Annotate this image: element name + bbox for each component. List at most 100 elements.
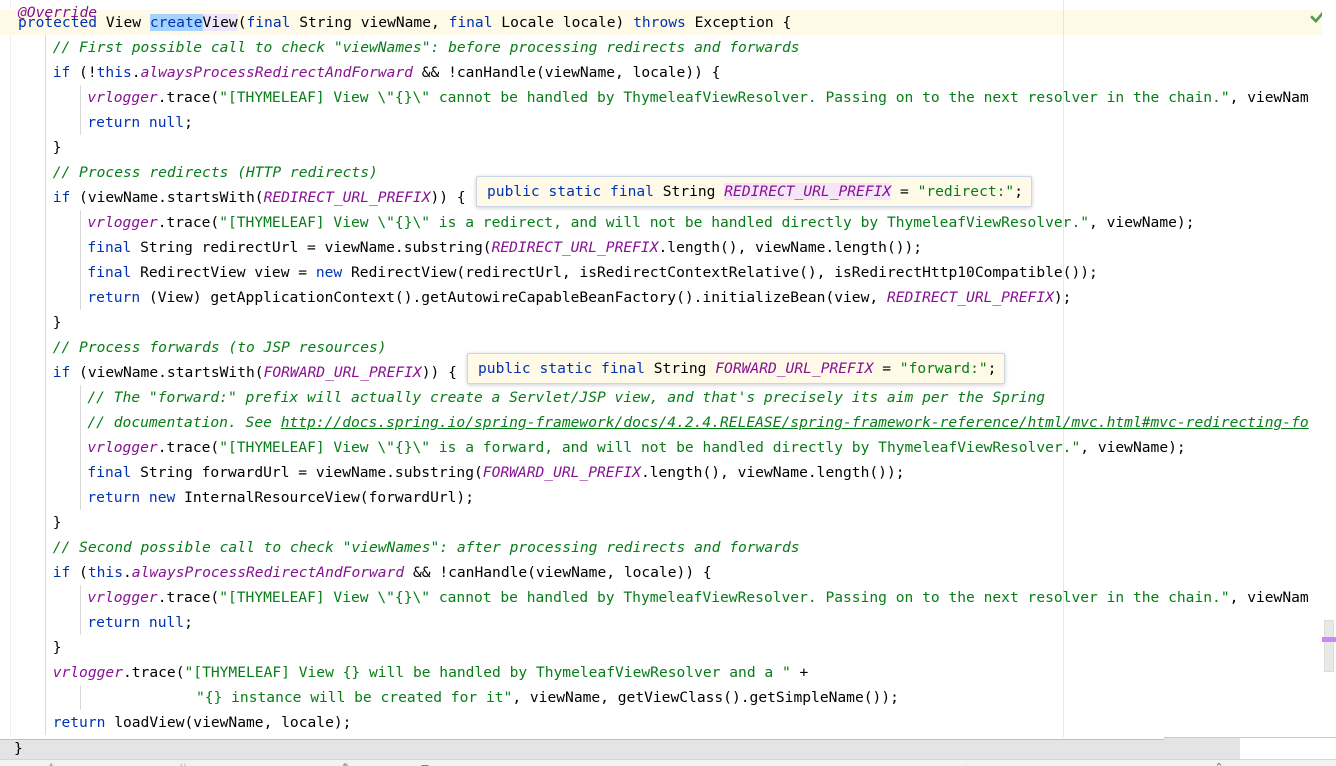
code-token: this <box>96 64 132 81</box>
horizontal-scrollbar-thumb[interactable] <box>0 737 1164 740</box>
code-token: return <box>87 289 149 306</box>
code-token: ; <box>184 614 193 631</box>
code-line[interactable]: return loadView(viewName, locale); <box>0 710 352 735</box>
code-token: } <box>52 639 62 656</box>
code-token: null <box>148 114 185 131</box>
code-token: ); <box>1053 289 1072 306</box>
popup-token: REDIRECT_URL_PREFIX <box>724 183 892 200</box>
code-token: .length(), viewName.length()); <box>640 464 905 481</box>
code-token: return <box>52 714 115 731</box>
code-token: // Process redirects (HTTP redirects) <box>52 164 378 181</box>
vertical-scrollbar[interactable] <box>1322 0 1336 737</box>
terminal-icon[interactable]: ▭ <box>558 762 572 766</box>
code-token: && !canHandle(viewName, locale)) { <box>412 64 721 81</box>
code-line[interactable]: return null; <box>0 610 193 635</box>
code-token: Locale locale) <box>501 14 634 31</box>
code-token: . <box>123 564 132 581</box>
code-token: loadView(viewName, locale); <box>114 714 352 731</box>
code-line[interactable]: if (viewName.startsWith(FORWARD_URL_PREF… <box>0 360 457 385</box>
code-token: "[THYMELEAF] View \"{}\" is a forward, a… <box>219 439 1081 456</box>
help-icon[interactable]: ⌃ <box>1212 762 1226 766</box>
code-line[interactable]: // documentation. See http://docs.spring… <box>0 410 1309 435</box>
popup-token: FORWARD_URL_PREFIX <box>715 360 874 377</box>
dot-icon[interactable]: · <box>820 762 834 766</box>
vertical-scrollbar-thumb[interactable] <box>1324 620 1334 672</box>
code-line[interactable]: return (View) getApplicationContext().ge… <box>0 285 1071 310</box>
ide-editor-window: @Override protected View createView(final… <box>0 0 1336 766</box>
popup-token: public <box>478 360 540 377</box>
popup-token: ; <box>1014 183 1024 200</box>
code-line[interactable]: if (this.alwaysProcessRedirectAndForward… <box>0 560 712 585</box>
code-token: REDIRECT_URL_PREFIX <box>886 289 1054 306</box>
code-line[interactable]: final RedirectView view = new RedirectVi… <box>0 260 1097 285</box>
warning-icon[interactable]: ⚠ <box>44 762 58 766</box>
code-token: String forwardUrl = viewName.substring( <box>140 464 483 481</box>
scrollbar-change-marker[interactable] <box>1322 637 1336 642</box>
redirect-url-prefix-declaration[interactable]: public static final String REDIRECT_URL_… <box>476 176 1033 207</box>
list-icon[interactable]: ≡ <box>418 762 432 766</box>
popup-token: String <box>662 183 725 200</box>
code-line[interactable]: protected View createView(final String v… <box>0 10 791 35</box>
code-editor-viewport[interactable]: @Override protected View createView(final… <box>0 0 1336 737</box>
code-line[interactable]: vrlogger.trace("[THYMELEAF] View \"{}\" … <box>0 85 1309 110</box>
code-token: REDIRECT_URL_PREFIX <box>263 189 431 206</box>
code-token: // First possible call to check "viewNam… <box>52 39 800 56</box>
code-token: "[THYMELEAF] View \"{}\" cannot be handl… <box>219 589 1230 606</box>
code-token: . <box>131 64 141 81</box>
code-line[interactable]: } <box>0 510 62 535</box>
code-line[interactable]: // The "forward:" prefix will actually c… <box>0 385 1045 410</box>
code-line[interactable]: // Process redirects (HTTP redirects) <box>0 160 378 185</box>
code-line[interactable]: return null; <box>0 110 192 135</box>
code-line[interactable]: return new InternalResourceView(forwardU… <box>0 485 474 510</box>
code-token: ( <box>79 564 88 581</box>
editor-tail-right-filler <box>1240 738 1336 759</box>
code-token: vrlogger <box>87 89 158 106</box>
code-line[interactable]: vrlogger.trace("[THYMELEAF] View \"{}\" … <box>0 585 1309 610</box>
code-token: Exception { <box>694 14 792 31</box>
code-token: , viewNam <box>1229 89 1309 106</box>
edit-icon[interactable]: ✎ <box>340 762 354 766</box>
code-token: } <box>52 139 62 156</box>
code-token: vrlogger <box>87 589 158 606</box>
code-token: FORWARD_URL_PREFIX <box>263 364 422 381</box>
code-line[interactable]: if (viewName.startsWith(REDIRECT_URL_PRE… <box>0 185 466 210</box>
code-token: return <box>87 114 149 131</box>
code-line[interactable]: if (!this.alwaysProcessRedirectAndForwar… <box>0 60 721 85</box>
arrow-icon[interactable]: ▴ <box>960 762 974 766</box>
forward-url-prefix-declaration[interactable]: public static final String FORWARD_URL_P… <box>467 353 1006 384</box>
code-line[interactable]: } <box>0 635 62 660</box>
code-token: .trace( <box>157 589 220 606</box>
code-token: View <box>105 14 150 31</box>
code-line[interactable]: vrlogger.trace("[THYMELEAF] View \"{}\" … <box>0 435 1185 460</box>
code-token: "[THYMELEAF] View \"{}\" is a redirect, … <box>219 214 1090 231</box>
code-token: , viewNam <box>1229 589 1309 606</box>
code-token: if <box>52 189 80 206</box>
code-token: vrlogger <box>52 664 123 681</box>
code-line[interactable]: final String redirectUrl = viewName.subs… <box>0 235 922 260</box>
code-token: FORWARD_URL_PREFIX <box>482 464 641 481</box>
code-line[interactable]: // First possible call to check "viewNam… <box>0 35 800 60</box>
hint-icon[interactable]: · <box>1040 762 1054 766</box>
code-token: new <box>315 264 351 281</box>
code-token: (View) getApplicationContext().getAutowi… <box>148 289 887 306</box>
code-line[interactable]: final String forwardUrl = viewName.subst… <box>0 460 905 485</box>
popup-token: ; <box>987 360 997 377</box>
branch-icon[interactable]: ⑂ <box>176 762 190 766</box>
code-token: final <box>448 14 502 31</box>
code-line[interactable]: } <box>0 135 62 160</box>
code-line[interactable]: "{} instance will be created for it", vi… <box>0 685 899 710</box>
code-token: , viewName, getViewClass().getSimpleName… <box>512 689 899 706</box>
code-line[interactable]: // Second possible call to check "viewNa… <box>0 535 800 560</box>
code-token: // Second possible call to check "viewNa… <box>52 539 800 556</box>
code-token: http://docs.spring.io/spring-framework/d… <box>280 414 1309 431</box>
code-line[interactable]: // Process forwards (to JSP resources) <box>0 335 387 360</box>
code-token: if <box>52 64 80 81</box>
code-token: if <box>52 564 80 581</box>
code-line[interactable]: } <box>0 310 62 335</box>
code-line[interactable]: vrlogger.trace("[THYMELEAF] View {} will… <box>0 660 809 685</box>
code-token: this <box>87 564 123 581</box>
code-token: "{} instance will be created for it" <box>196 689 513 706</box>
code-line[interactable]: vrlogger.trace("[THYMELEAF] View \"{}\" … <box>0 210 1194 235</box>
popup-token: final <box>601 360 654 377</box>
status-bar[interactable]: ⚠ ⑂ ✎ ≡ ▭ · ▴ · ⌃ <box>0 759 1336 766</box>
